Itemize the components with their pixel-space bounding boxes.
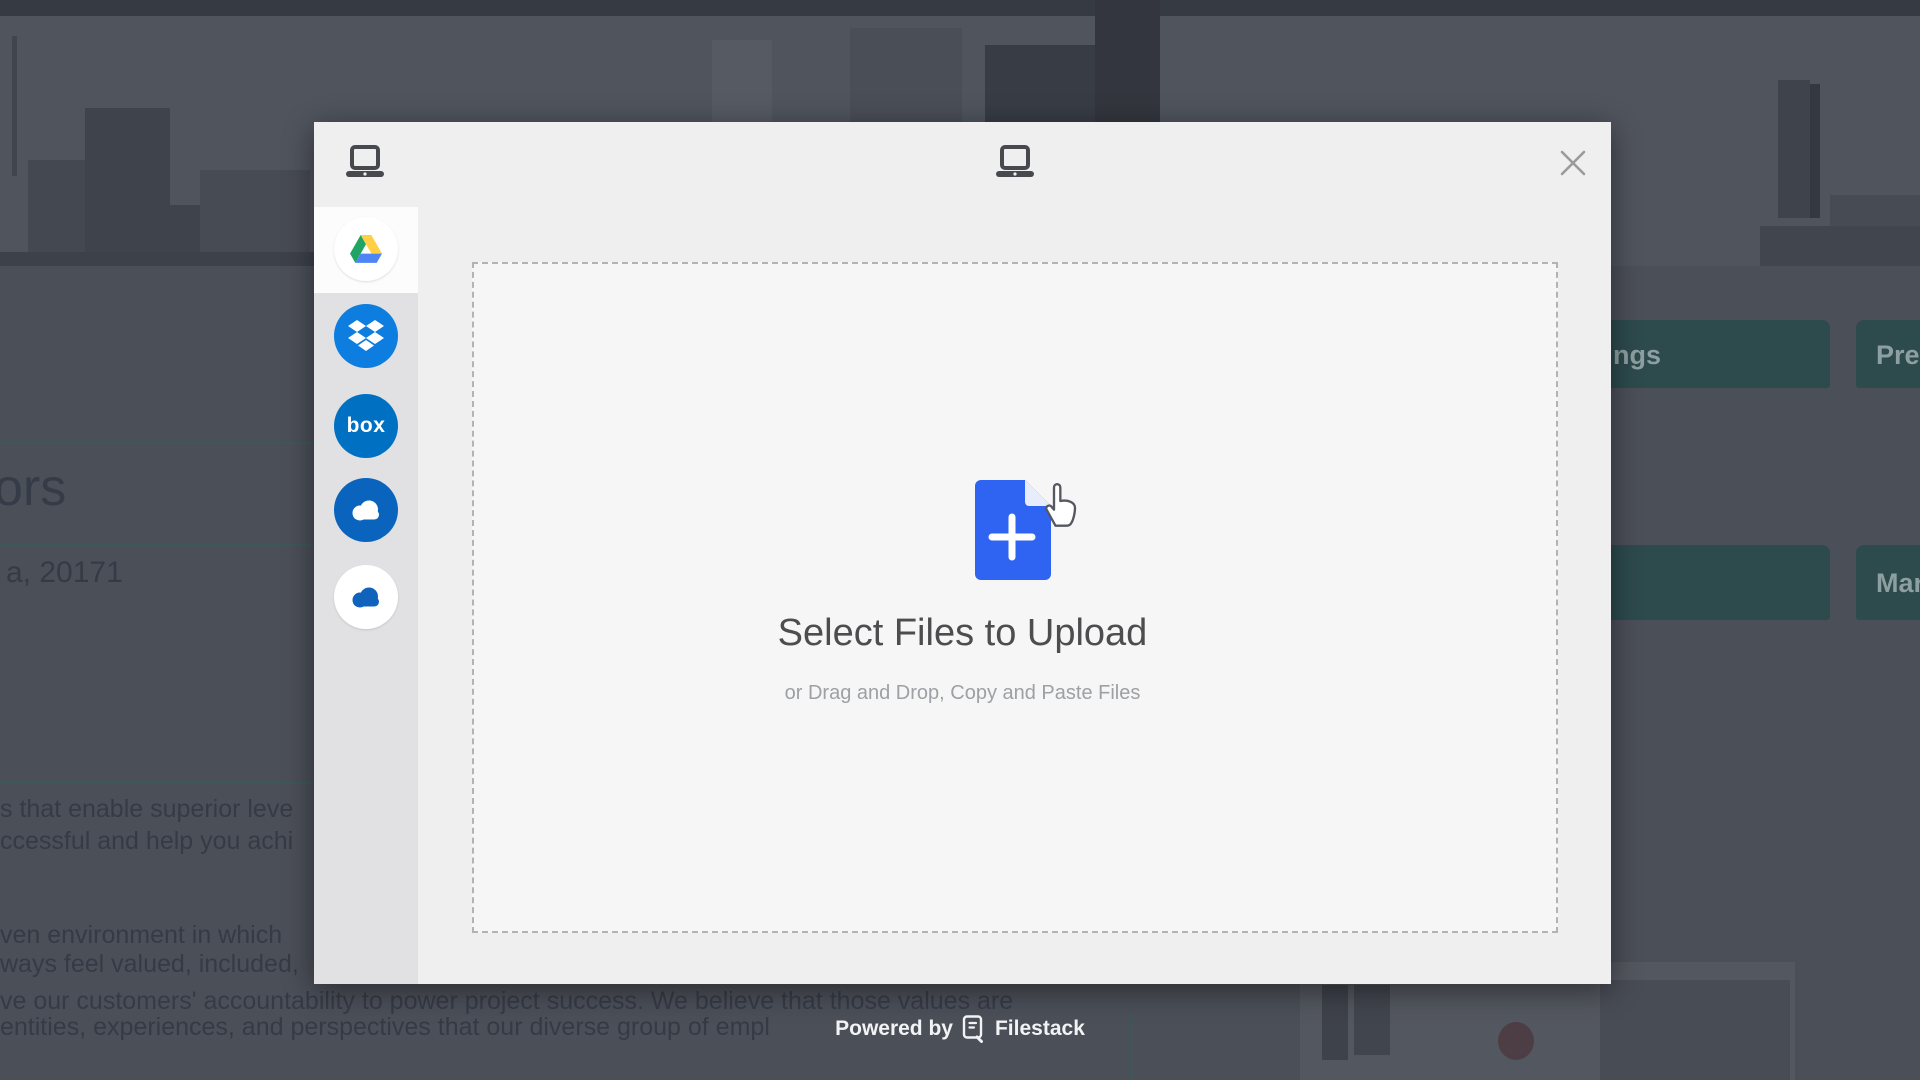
page-paragraph-line: s that enable superior leve	[0, 795, 293, 824]
page-top-bar	[0, 0, 1920, 16]
building	[1810, 84, 1820, 218]
section-divider	[0, 442, 314, 444]
sidebar-item-google-drive[interactable]	[314, 207, 418, 293]
source-sidebar: box	[314, 207, 418, 984]
file-drop-zone[interactable]	[472, 262, 1558, 933]
building	[12, 36, 17, 176]
powered-by-label: Powered by	[835, 1017, 953, 1041]
filestack-picker-modal: box	[314, 122, 1611, 984]
dropzone-title: Select Files to Upload	[314, 612, 1611, 655]
building	[0, 252, 320, 266]
building	[1095, 0, 1160, 122]
close-button[interactable]	[1559, 149, 1587, 177]
card-header-label: Pre	[1876, 340, 1920, 371]
laptop-icon	[995, 144, 1035, 180]
active-source-indicator	[995, 144, 1035, 185]
page-paragraph-line: ccessful and help you achi	[0, 827, 293, 856]
card-header-label: ngs	[1613, 340, 1661, 371]
building	[85, 108, 170, 266]
laptop-icon	[345, 144, 385, 180]
building	[1778, 80, 1810, 218]
box-icon: box	[334, 394, 398, 458]
close-icon	[1559, 149, 1587, 177]
page-bottom-line: ven environment in which	[0, 921, 282, 950]
screen: ors a, 20171 s that enable superior leve…	[0, 0, 1920, 1080]
sidebar-item-onedrive[interactable]	[314, 466, 418, 552]
building	[985, 45, 1095, 122]
onedrive-icon	[334, 478, 398, 542]
powered-by-footer: Powered by Filestack	[0, 1012, 1920, 1046]
google-drive-icon	[334, 217, 398, 281]
section-divider	[0, 544, 314, 546]
page-address-fragment: a, 20171	[6, 556, 123, 590]
cursor-pointer-hand	[1038, 480, 1078, 533]
sidebar-item-box[interactable]: box	[314, 379, 418, 465]
building	[712, 40, 772, 122]
dropbox-icon	[334, 304, 398, 368]
filestack-logo-icon	[962, 1015, 986, 1043]
box-logo-text: box	[347, 414, 386, 438]
sidebar-item-dropbox[interactable]	[314, 293, 418, 379]
page-heading-fragment: ors	[0, 458, 66, 518]
page-bottom-line: ways feel valued, included,	[0, 950, 299, 979]
section-divider	[0, 782, 314, 784]
building	[1760, 226, 1920, 266]
filestack-brand-label: Filestack	[995, 1017, 1085, 1041]
dropzone-subtitle: or Drag and Drop, Copy and Paste Files	[314, 682, 1611, 705]
card-header-label: Mar	[1876, 568, 1920, 599]
my-device-source-icon[interactable]	[345, 144, 385, 185]
building	[28, 160, 85, 266]
building	[850, 28, 962, 122]
